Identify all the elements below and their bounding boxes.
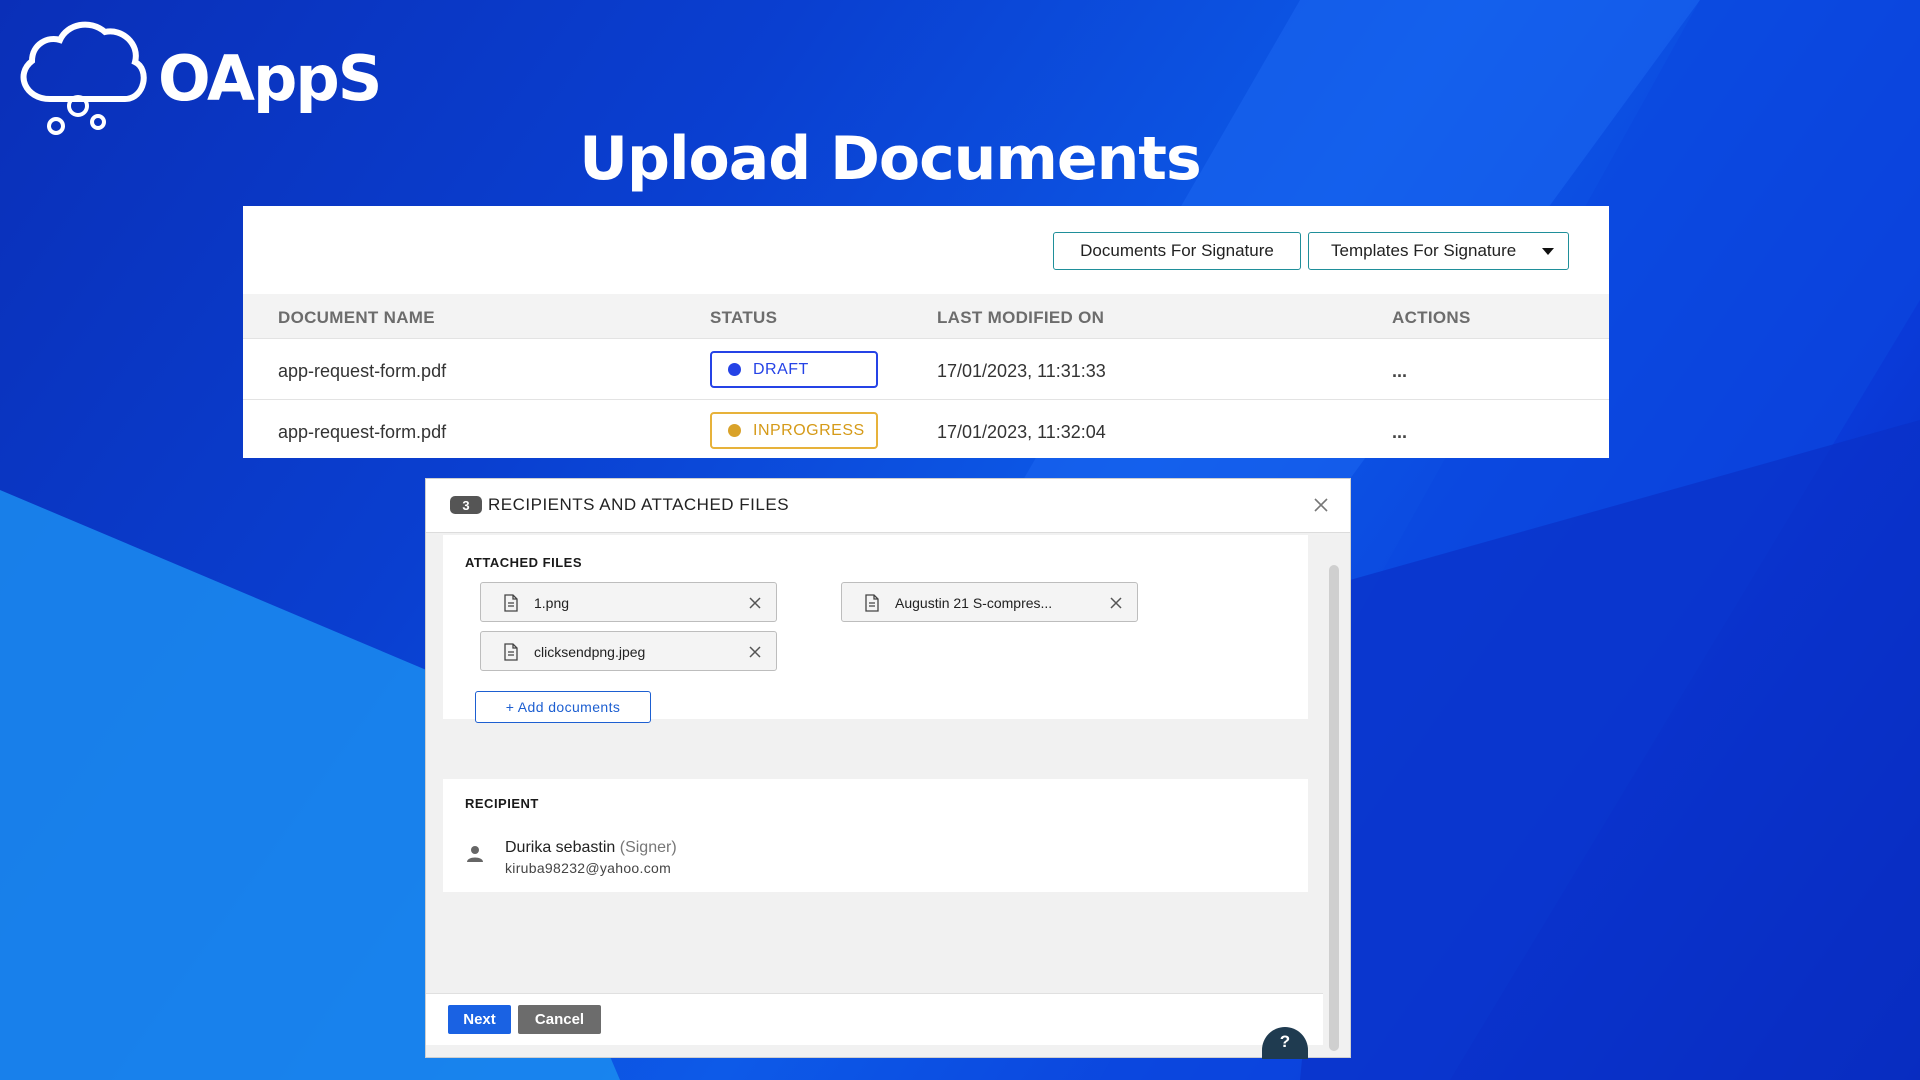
file-icon	[504, 594, 518, 612]
status-dot	[728, 363, 741, 376]
file-icon	[865, 594, 879, 612]
attached-files-section: ATTACHED FILES 1.png Augustin 21 S-compr…	[443, 535, 1308, 723]
status-label: DRAFT	[753, 360, 809, 378]
file-name: 1.png	[534, 595, 570, 611]
file-name: clicksendpng.jpeg	[534, 644, 646, 660]
actions-menu-button[interactable]: ...	[1392, 361, 1407, 382]
modal-header: 3 RECIPIENTS AND ATTACHED FILES	[426, 479, 1350, 533]
documents-for-signature-button[interactable]: Documents For Signature	[1053, 232, 1301, 270]
person-icon	[467, 846, 483, 862]
caret-down-icon	[1542, 248, 1554, 255]
recipient-name-line: Durika sebastin (Signer)	[505, 839, 677, 857]
file-chip: clicksendpng.jpeg	[480, 631, 777, 671]
table-row[interactable]: app-request-form.pdf INPROGRESS 17/01/20…	[243, 400, 1609, 461]
actions-menu-button[interactable]: ...	[1392, 422, 1407, 443]
remove-file-icon[interactable]	[748, 596, 762, 610]
cancel-button[interactable]: Cancel	[518, 1005, 601, 1034]
brand-name: OAppS	[158, 42, 382, 115]
remove-file-icon[interactable]	[748, 645, 762, 659]
attached-files-label: ATTACHED FILES	[465, 555, 583, 570]
templates-for-signature-dropdown[interactable]: Templates For Signature	[1308, 232, 1569, 270]
modal-title: RECIPIENTS AND ATTACHED FILES	[488, 495, 790, 514]
recipient-name: Durika sebastin	[505, 839, 616, 856]
documents-table-card: Documents For Signature Templates For Si…	[243, 206, 1609, 458]
add-documents-button[interactable]: + Add documents	[475, 691, 651, 723]
file-icon	[504, 643, 518, 661]
recipient-role: (Signer)	[619, 839, 677, 856]
modal-scrollbar[interactable]	[1329, 565, 1339, 1051]
file-chip: 1.png	[480, 582, 777, 622]
file-chip: Augustin 21 S-compres...	[841, 582, 1138, 622]
templates-for-signature-label: Templates For Signature	[1331, 241, 1517, 260]
recipient-email: kiruba98232@yahoo.com	[505, 860, 672, 876]
last-modified: 17/01/2023, 11:31:33	[937, 361, 1106, 381]
file-name: Augustin 21 S-compres...	[895, 595, 1053, 611]
page-title: Upload Documents	[579, 124, 1201, 194]
header-actions: ACTIONS	[1392, 308, 1471, 327]
header-status: STATUS	[710, 308, 778, 327]
modal-footer: Next Cancel	[426, 993, 1323, 1045]
recipients-modal: 3 RECIPIENTS AND ATTACHED FILES ATTACHED…	[425, 478, 1351, 1059]
document-name[interactable]: app-request-form.pdf	[278, 361, 446, 382]
header-last-modified: LAST MODIFIED ON	[937, 308, 1105, 327]
header-document-name: DOCUMENT NAME	[278, 308, 435, 327]
table-header: DOCUMENT NAME STATUS LAST MODIFIED ON AC…	[243, 294, 1609, 339]
document-name[interactable]: app-request-form.pdf	[278, 422, 446, 443]
last-modified: 17/01/2023, 11:32:04	[937, 422, 1106, 442]
recipient-section: RECIPIENT Durika sebastin (Signer) kirub…	[443, 779, 1308, 892]
step-badge: 3	[450, 496, 482, 514]
status-badge-inprogress: INPROGRESS	[710, 412, 878, 449]
table-row[interactable]: app-request-form.pdf DRAFT 17/01/2023, 1…	[243, 339, 1609, 400]
remove-file-icon[interactable]	[1109, 596, 1123, 610]
next-button[interactable]: Next	[448, 1005, 511, 1034]
recipient-label: RECIPIENT	[465, 796, 539, 811]
status-dot	[728, 424, 741, 437]
status-label: INPROGRESS	[753, 421, 865, 439]
status-badge-draft: DRAFT	[710, 351, 878, 388]
close-icon[interactable]	[1312, 496, 1330, 514]
